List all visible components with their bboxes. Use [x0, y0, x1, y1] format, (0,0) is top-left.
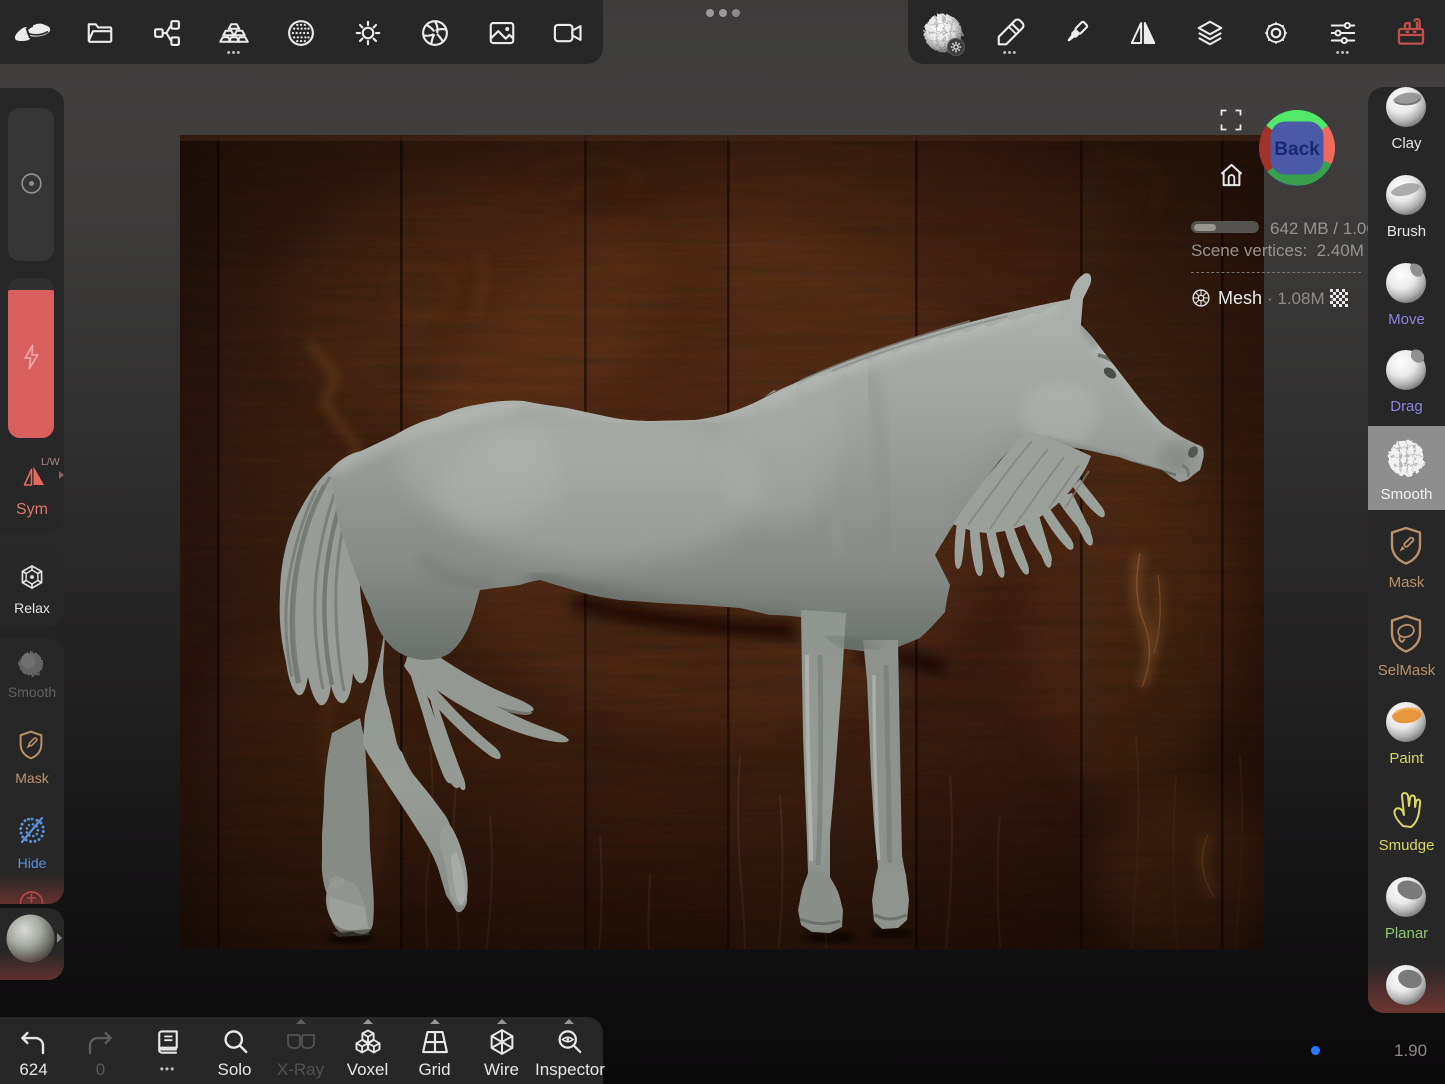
svg-text:Back: Back — [1274, 139, 1320, 160]
